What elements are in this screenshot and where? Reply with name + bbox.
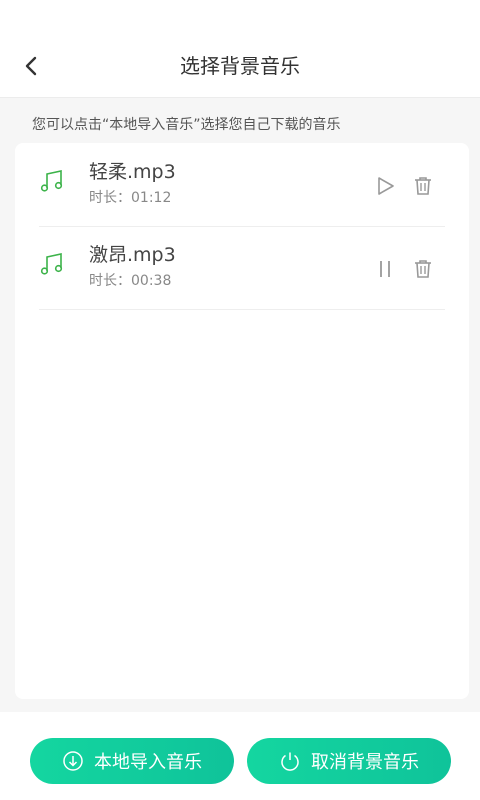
cancel-music-label: 取消背景音乐 bbox=[311, 752, 419, 773]
delete-button[interactable] bbox=[408, 171, 438, 201]
delete-button[interactable] bbox=[408, 254, 438, 284]
song-item[interactable]: 激昂.mp3 时长：00:38 bbox=[15, 226, 469, 310]
cancel-music-button[interactable]: 取消背景音乐 bbox=[247, 738, 451, 784]
download-circle-icon bbox=[63, 751, 83, 771]
header: 选择背景音乐 bbox=[0, 0, 480, 98]
pause-button[interactable] bbox=[370, 254, 400, 284]
music-note-icon bbox=[40, 253, 63, 275]
music-note-icon bbox=[40, 170, 63, 192]
song-list: 轻柔.mp3 时长：01:12 激昂.mp3 时长：00:38 bbox=[15, 143, 469, 699]
import-hint: 您可以点击“本地导入音乐”选择您自己下载的音乐 bbox=[32, 117, 341, 133]
page-title: 选择背景音乐 bbox=[180, 54, 300, 78]
trash-icon bbox=[415, 260, 431, 278]
divider bbox=[39, 309, 445, 310]
song-item[interactable]: 轻柔.mp3 时长：01:12 bbox=[15, 143, 469, 227]
import-music-button[interactable]: 本地导入音乐 bbox=[30, 738, 234, 784]
import-music-label: 本地导入音乐 bbox=[94, 752, 202, 773]
play-button[interactable] bbox=[370, 171, 400, 201]
play-icon bbox=[378, 177, 394, 195]
pause-icon bbox=[380, 261, 390, 277]
song-duration: 时长：00:38 bbox=[89, 273, 172, 289]
bottom-bar: 本地导入音乐 取消背景音乐 bbox=[0, 712, 480, 800]
song-name: 激昂.mp3 bbox=[89, 244, 176, 266]
song-duration: 时长：01:12 bbox=[89, 190, 172, 206]
power-icon bbox=[281, 752, 299, 771]
song-name: 轻柔.mp3 bbox=[89, 161, 176, 183]
trash-icon bbox=[415, 177, 431, 195]
